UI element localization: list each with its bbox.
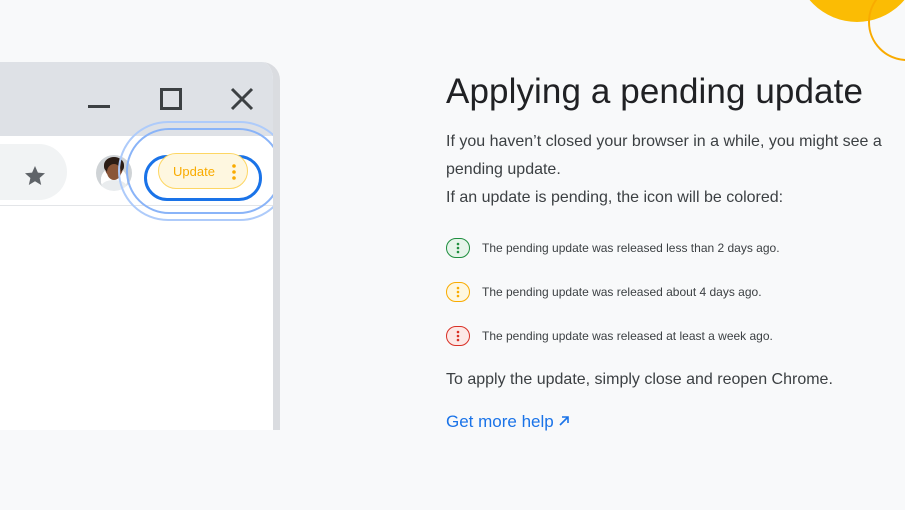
browser-window-illustration: Update — [0, 62, 280, 430]
content-panel: Applying a pending update If you haven’t… — [446, 70, 896, 434]
close-icon[interactable] — [229, 86, 255, 112]
intro-paragraph: If you haven’t closed your browser in a … — [446, 133, 882, 178]
apply-instructions: To apply the update, simply close and re… — [446, 371, 833, 388]
update-button[interactable]: Update — [158, 153, 248, 189]
intro-paragraph-2: If an update is pending, the icon will b… — [446, 189, 784, 206]
green-update-icon — [446, 238, 470, 258]
legend-item-green: The pending update was released less tha… — [446, 226, 896, 270]
update-button-label: Update — [173, 163, 215, 179]
red-update-icon — [446, 326, 470, 346]
legend-item-yellow: The pending update was released about 4 … — [446, 270, 896, 314]
address-bar[interactable] — [0, 144, 67, 200]
help-link-label: Get more help — [446, 412, 554, 431]
star-icon[interactable] — [23, 164, 47, 193]
yellow-update-icon — [446, 282, 470, 302]
legend-text-yellow: The pending update was released about 4 … — [482, 285, 762, 299]
legend-text-red: The pending update was released at least… — [482, 329, 773, 343]
get-more-help-link[interactable]: Get more help — [446, 410, 570, 434]
external-link-arrow-icon — [558, 410, 570, 434]
page-title: Applying a pending update — [446, 72, 864, 111]
minimize-icon[interactable] — [86, 86, 112, 112]
legend-item-red: The pending update was released at least… — [446, 314, 896, 358]
kebab-menu-icon — [231, 163, 237, 185]
status-legend: The pending update was released less tha… — [446, 226, 896, 358]
maximize-icon[interactable] — [158, 86, 184, 112]
legend-text-green: The pending update was released less tha… — [482, 241, 780, 255]
decorative-corner-shape — [795, 0, 905, 70]
